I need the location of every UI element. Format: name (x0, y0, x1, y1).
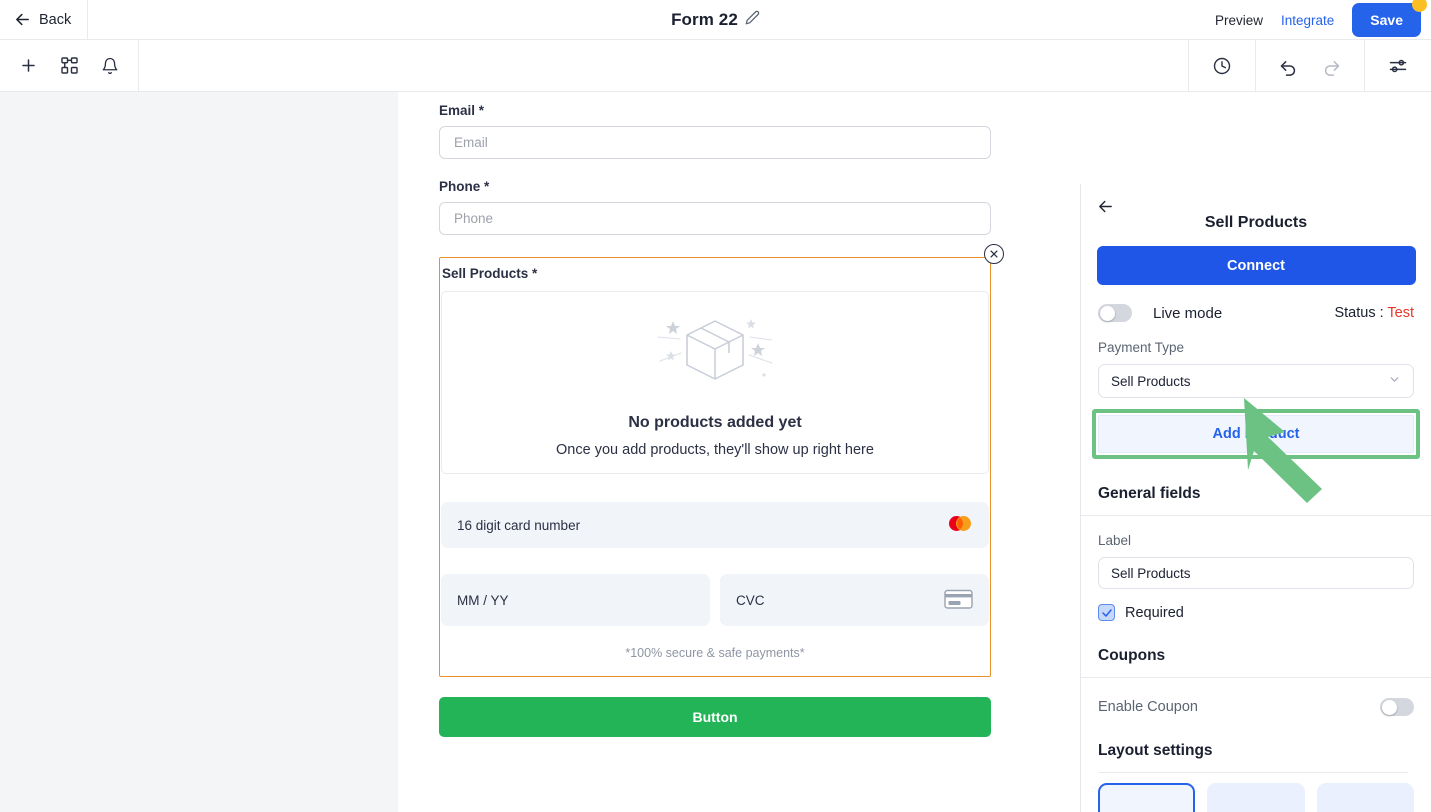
plus-icon[interactable] (17, 55, 39, 77)
panel-back-icon[interactable] (1097, 198, 1114, 220)
pencil-icon[interactable] (745, 10, 760, 30)
phone-label-text: Phone (439, 179, 481, 194)
empty-products-subtitle: Once you add products, they'll show up r… (556, 442, 874, 458)
credit-card-icon (944, 589, 973, 612)
close-circle-icon[interactable] (984, 244, 1004, 264)
card-number-placeholder: 16 digit card number (457, 517, 581, 533)
history-group (1188, 40, 1255, 92)
divider-coupons (1081, 677, 1431, 678)
preview-link[interactable]: Preview (1215, 13, 1263, 28)
required-checkbox[interactable] (1098, 604, 1115, 621)
card-expiry-placeholder: MM / YY (457, 592, 509, 608)
live-mode-row: Live mode Status : Test (1098, 304, 1414, 322)
secure-payments-note: *100% secure & safe payments* (625, 646, 805, 660)
card-expiry-cvc-row: MM / YY CVC (441, 574, 989, 626)
card-cvc-input[interactable]: CVC (720, 574, 989, 626)
empty-products-state: No products added yet Once you add produ… (441, 291, 989, 474)
email-input-placeholder: Email (454, 135, 488, 150)
phone-input-placeholder: Phone (454, 211, 494, 226)
sell-products-label-text: Sell Products (442, 266, 529, 281)
save-button[interactable]: Save (1352, 3, 1421, 37)
sell-products-required-mark: * (532, 266, 538, 281)
layout-option-split[interactable] (1207, 783, 1305, 812)
toolbar-right-group (1188, 40, 1431, 92)
toggle-knob (1381, 699, 1397, 715)
required-checkbox-row: Required (1098, 604, 1414, 621)
email-input[interactable]: Email (439, 126, 991, 159)
live-mode-label: Live mode (1153, 304, 1223, 322)
label-field-input[interactable]: Sell Products (1098, 557, 1414, 589)
live-mode-toggle[interactable] (1098, 304, 1132, 322)
card-expiry-input[interactable]: MM / YY (441, 574, 710, 626)
sell-products-label: Sell Products * (440, 266, 990, 291)
properties-panel: Sell Products Connect Live mode Status :… (1080, 184, 1431, 812)
payment-type-select[interactable]: Sell Products (1098, 364, 1414, 398)
email-label-text: Email (439, 103, 476, 118)
back-button-label: Back (39, 11, 72, 28)
empty-products-title: No products added yet (628, 414, 802, 431)
status-value: Test (1387, 305, 1414, 321)
package-box-icon (648, 307, 783, 398)
toolbar-left-group (0, 39, 139, 92)
add-product-button[interactable]: Add Product (1098, 415, 1414, 453)
redo-icon[interactable] (1320, 55, 1342, 77)
status-badge: Status : Test (1334, 305, 1414, 321)
submit-button[interactable]: Button (439, 697, 991, 737)
history-clock-icon[interactable] (1211, 55, 1233, 77)
layout-settings-heading: Layout settings (1098, 742, 1213, 759)
mastercard-icon (947, 515, 973, 535)
layout-options (1081, 773, 1431, 812)
payment-type-value: Sell Products (1111, 373, 1191, 389)
label-field-value: Sell Products (1111, 565, 1191, 581)
connect-button[interactable]: Connect (1096, 246, 1416, 285)
label-field-label: Label (1098, 533, 1132, 548)
top-bar-actions: Preview Integrate Save (1215, 0, 1427, 40)
top-bar: Back Form 22 Preview Integrate Save (0, 0, 1431, 40)
editor-toolbar (0, 39, 1431, 92)
layout-option-inline[interactable] (1098, 783, 1196, 812)
general-fields-heading: General fields (1098, 485, 1201, 502)
enable-coupon-toggle[interactable] (1380, 698, 1414, 716)
status-prefix: Status : (1334, 305, 1388, 321)
add-product-highlight: Add Product (1092, 409, 1420, 459)
required-checkbox-label: Required (1125, 604, 1184, 621)
settings-sliders-icon[interactable] (1387, 55, 1409, 77)
bell-icon[interactable] (99, 55, 121, 77)
coupons-heading: Coupons (1098, 647, 1166, 664)
sell-products-block[interactable]: Sell Products * No products added yet On… (439, 244, 1004, 677)
settings-group (1364, 40, 1431, 92)
email-field-label: Email * (439, 103, 991, 118)
enable-coupon-label: Enable Coupon (1098, 699, 1198, 715)
payment-type-label: Payment Type (1098, 340, 1185, 355)
toggle-knob (1099, 305, 1115, 321)
enable-coupon-row: Enable Coupon (1098, 698, 1414, 716)
card-cvc-placeholder: CVC (736, 592, 765, 608)
layout-blocks-icon[interactable] (58, 55, 80, 77)
panel-title: Sell Products (1204, 214, 1308, 231)
form-canvas: Email * Email Phone * Phone Sell Product… (398, 92, 1032, 812)
editor-body: Email * Email Phone * Phone Sell Product… (0, 92, 1431, 812)
back-button[interactable]: Back (0, 0, 89, 40)
divider-general (1081, 515, 1431, 516)
phone-field-label: Phone * (439, 179, 991, 194)
phone-input[interactable]: Phone (439, 202, 991, 235)
email-required-mark: * (478, 103, 485, 118)
card-fields: 16 digit card number MM / YY CVC *100% s… (440, 502, 990, 676)
layout-option-stacked[interactable] (1316, 783, 1414, 812)
integrate-link[interactable]: Integrate (1281, 13, 1334, 28)
panel-header: Sell Products (1081, 184, 1431, 246)
save-unsaved-badge (1412, 0, 1427, 12)
page-title: Form 22 (671, 10, 738, 29)
chevron-down-icon (1388, 373, 1401, 389)
card-number-input[interactable]: 16 digit card number (441, 502, 989, 548)
form-builder-app: Back Form 22 Preview Integrate Save Emai… (0, 0, 1431, 812)
canvas-gutter (0, 92, 398, 812)
phone-required-mark: * (484, 179, 490, 194)
arrow-left-icon (14, 11, 31, 28)
undo-redo-group (1255, 40, 1364, 92)
undo-icon[interactable] (1278, 55, 1300, 77)
save-button-wrap: Save (1352, 0, 1427, 37)
